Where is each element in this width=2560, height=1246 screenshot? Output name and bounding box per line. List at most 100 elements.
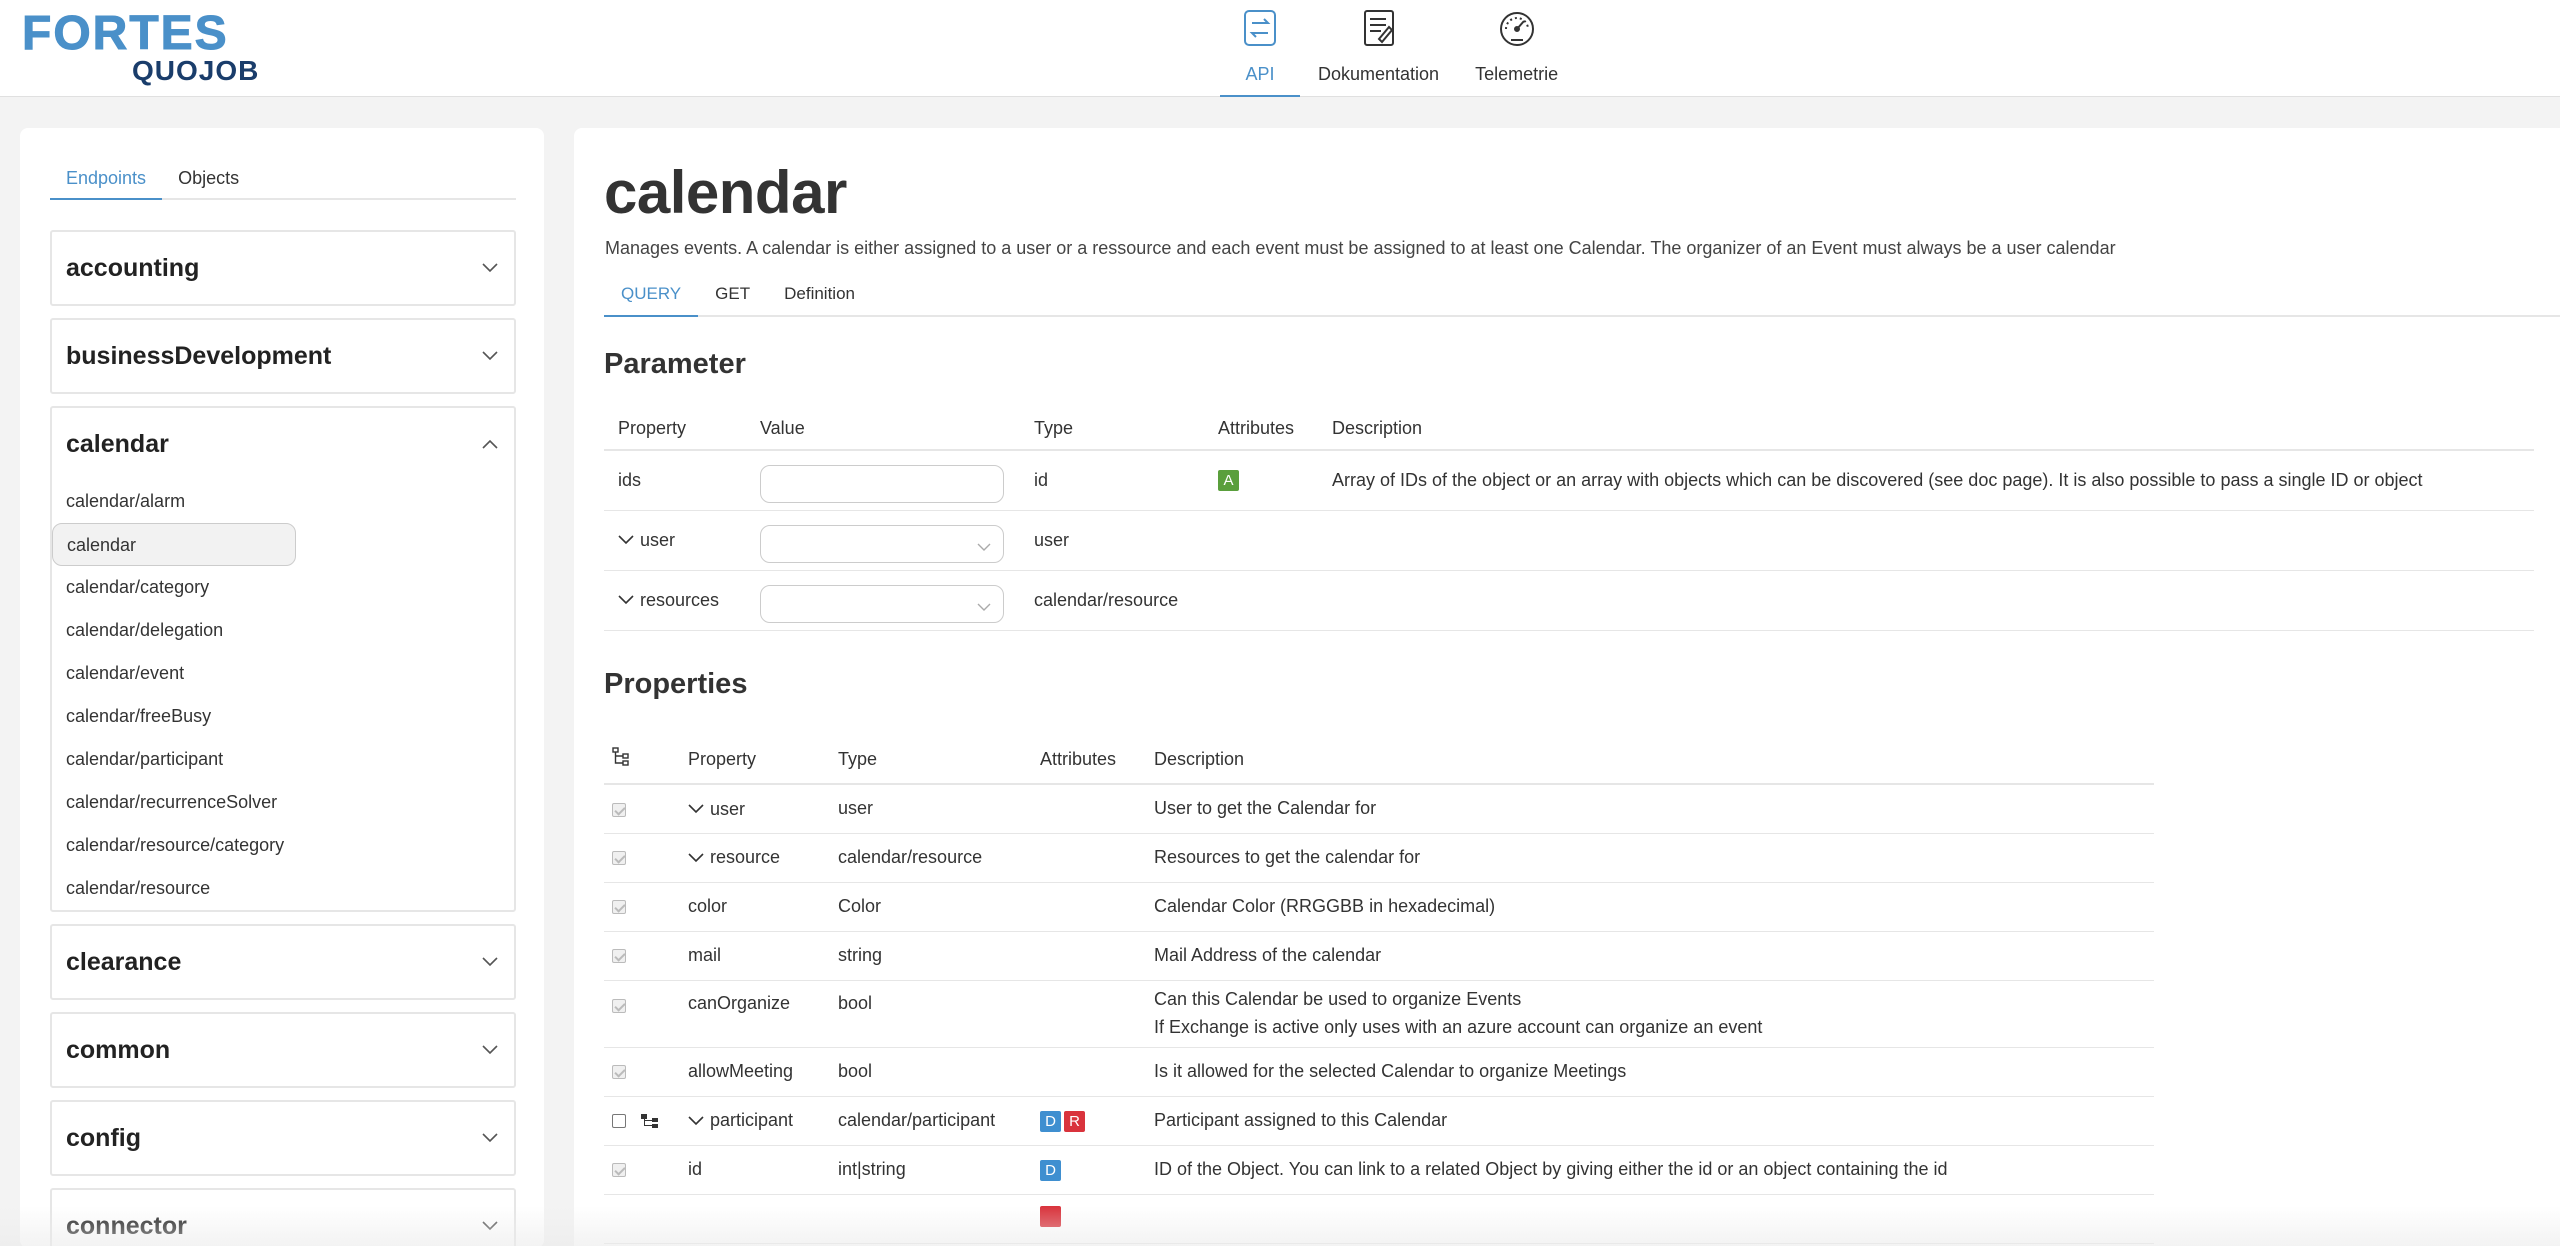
row-checkbox[interactable]	[612, 851, 626, 866]
property-description: Participant assigned to this Calendar	[1146, 1096, 2154, 1146]
tab-definition[interactable]: Definition	[767, 273, 872, 315]
group-businessdevelopment: businessDevelopment	[50, 318, 516, 394]
endpoint-item[interactable]: calendar/participant	[52, 738, 500, 781]
nav-telemetrie[interactable]: Telemetrie	[1457, 0, 1576, 97]
row-checkbox[interactable]	[612, 949, 626, 964]
expand-toggle[interactable]: user	[618, 530, 675, 551]
property-type: string	[830, 931, 1032, 981]
param-property: resources	[640, 589, 720, 610]
tree-toggle-header[interactable]	[604, 736, 680, 785]
property-type: bool	[830, 1047, 1032, 1097]
param-property-cell: resources	[604, 570, 746, 631]
select-cell	[604, 1096, 680, 1146]
endpoint-item[interactable]: calendar/alarm	[52, 480, 500, 523]
group-accounting-header[interactable]: accounting	[52, 232, 514, 304]
document-icon	[1357, 6, 1401, 50]
nav-dokumentation[interactable]: Dokumentation	[1300, 0, 1457, 97]
tree-structure-icon	[641, 1114, 659, 1129]
table-row: id int|string D ID of the Object. You ca…	[604, 1145, 2154, 1195]
tab-get[interactable]: GET	[698, 273, 767, 315]
property-description: Calendar Color (RRGGBB in hexadecimal)	[1146, 882, 2154, 932]
resources-select[interactable]	[760, 585, 1004, 623]
chevron-down-icon	[480, 258, 500, 278]
top-navigation: API Dokumentation Telemetrie	[1220, 0, 1576, 97]
param-value-cell	[746, 510, 1020, 571]
group-common: common	[50, 1012, 516, 1088]
row-checkbox[interactable]	[612, 1163, 626, 1178]
column-header: Attributes	[1032, 736, 1146, 785]
fortes-quojob-logo[interactable]: FORTES QUOJOB	[21, 7, 259, 86]
property-attributes	[1032, 931, 1146, 981]
row-checkbox[interactable]	[612, 1114, 626, 1129]
property-attributes	[1032, 1194, 1146, 1244]
group-title: connector	[66, 1211, 187, 1240]
user-select[interactable]	[760, 525, 1004, 563]
property-name: allowMeeting	[680, 1047, 830, 1097]
endpoint-item[interactable]: calendar/event	[52, 652, 500, 695]
select-cell	[604, 931, 680, 981]
sidebar-tabs: Endpoints Objects	[50, 158, 516, 200]
endpoint-item[interactable]: calendar/freeBusy	[52, 695, 500, 738]
chevron-down-icon	[618, 595, 634, 605]
nav-api[interactable]: API	[1220, 0, 1300, 97]
endpoint-item[interactable]: calendar/category	[52, 566, 500, 609]
chevron-up-icon	[480, 434, 500, 454]
row-checkbox[interactable]	[612, 1065, 626, 1080]
group-calendar-header[interactable]: calendar	[52, 408, 514, 480]
row-checkbox[interactable]	[612, 998, 626, 1013]
group-config-header[interactable]: config	[52, 1102, 514, 1174]
table-row: resources calendar/resource	[604, 570, 2534, 631]
tab-query[interactable]: QUERY	[604, 273, 699, 317]
properties-table: Property Type Attributes Description use…	[604, 736, 2154, 1244]
property-description-cell: Can this Calendar be used to organize Ev…	[1146, 980, 2154, 1048]
property-description: Can this Calendar be used to organize Ev…	[1154, 988, 1522, 1009]
table-row-partial	[604, 1194, 2154, 1244]
expand-toggle[interactable]: participant	[688, 1110, 793, 1131]
param-property: user	[640, 529, 676, 550]
select-cell	[604, 833, 680, 883]
row-checkbox[interactable]	[612, 900, 626, 915]
endpoint-item[interactable]: calendar/recurrenceSolver	[52, 781, 500, 824]
endpoint-item[interactable]: calendar/resource	[52, 867, 500, 910]
expand-toggle[interactable]: resources	[618, 590, 719, 611]
group-common-header[interactable]: common	[52, 1014, 514, 1086]
select-cell	[604, 1145, 680, 1195]
logo-wordmark-top: FORTES	[21, 7, 229, 60]
property-description: Resources to get the calendar for	[1146, 833, 2154, 883]
group-title: calendar	[66, 429, 169, 458]
expand-toggle[interactable]: user	[688, 799, 745, 820]
endpoint-detail-panel: calendar Manages events. A calendar is e…	[574, 128, 2560, 1246]
table-header-row: Property Value Type Attributes Descripti…	[604, 408, 2534, 451]
endpoint-item-selected[interactable]: calendar	[52, 523, 296, 566]
endpoint-item[interactable]: calendar/delegation	[52, 609, 500, 652]
property-type: user	[830, 784, 1032, 834]
param-type: calendar/resource	[1020, 570, 1204, 631]
attribute-badge-r	[1040, 1205, 1061, 1227]
endpoint-sidebar: Endpoints Objects accounting businessDev…	[20, 128, 544, 1246]
column-header: Type	[1020, 408, 1204, 451]
tab-objects[interactable]: Objects	[162, 158, 255, 198]
tab-endpoints[interactable]: Endpoints	[50, 158, 163, 200]
row-checkbox[interactable]	[612, 802, 626, 817]
attribute-badge-d: D	[1040, 1110, 1061, 1132]
group-businessdevelopment-header[interactable]: businessDevelopment	[52, 320, 514, 392]
table-row: user user	[604, 510, 2534, 571]
app-header: FORTES QUOJOB API Dokumentation Telemetr…	[0, 0, 2560, 97]
group-accounting: accounting	[50, 230, 516, 306]
property-cell: resource	[680, 833, 830, 883]
group-clearance-header[interactable]: clearance	[52, 926, 514, 998]
group-clearance: clearance	[50, 924, 516, 1000]
group-connector-header[interactable]: connector	[52, 1190, 514, 1246]
property-type: int|string	[830, 1145, 1032, 1195]
property-attributes: D	[1032, 1145, 1146, 1195]
param-type: user	[1020, 510, 1204, 571]
group-calendar: calendar calendar/alarm calendar calenda…	[50, 406, 516, 912]
expand-toggle[interactable]: resource	[688, 847, 780, 868]
column-header: Property	[680, 736, 830, 785]
ids-input[interactable]	[760, 465, 1004, 504]
chevron-down-icon	[688, 804, 704, 814]
table-row: user user User to get the Calendar for	[604, 784, 2154, 834]
endpoint-item[interactable]: calendar/resource/category	[52, 824, 500, 867]
param-value-cell	[746, 450, 1020, 511]
property-type: Color	[830, 882, 1032, 932]
